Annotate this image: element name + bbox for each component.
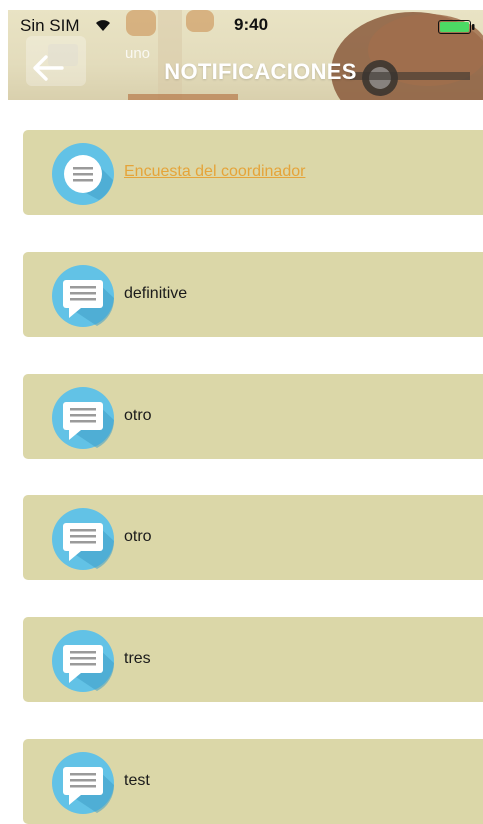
battery-icon <box>438 20 475 34</box>
chat-bubble-icon <box>52 630 115 692</box>
chat-bubble-icon <box>52 508 115 570</box>
notification-item[interactable]: otro <box>23 495 483 580</box>
app-header: uno Sin SIM 9:40 NOTIFICACIONES <box>8 10 483 100</box>
chat-bubble-icon <box>52 752 115 814</box>
status-bar: Sin SIM 9:40 <box>8 10 483 40</box>
notification-item[interactable]: definitive <box>23 252 483 337</box>
chat-bubble-icon <box>52 265 115 327</box>
notification-title: tres <box>124 650 151 667</box>
notification-list-icon <box>52 143 114 205</box>
status-time: 9:40 <box>234 15 269 34</box>
chat-bubble-icon <box>52 387 115 449</box>
notification-item[interactable]: tres <box>23 617 483 702</box>
notification-title: otro <box>124 528 152 545</box>
notification-title: otro <box>124 407 152 424</box>
page-title: NOTIFICACIONES <box>164 59 357 84</box>
notification-title: test <box>124 772 150 789</box>
carrier-label: Sin SIM <box>20 16 80 35</box>
notification-item[interactable]: Encuesta del coordinador <box>23 130 483 215</box>
wifi-icon <box>96 20 110 31</box>
notification-title[interactable]: Encuesta del coordinador <box>124 163 305 181</box>
notification-item[interactable]: otro <box>23 374 483 459</box>
notification-item[interactable]: test <box>23 739 483 824</box>
notification-title: definitive <box>124 285 188 302</box>
